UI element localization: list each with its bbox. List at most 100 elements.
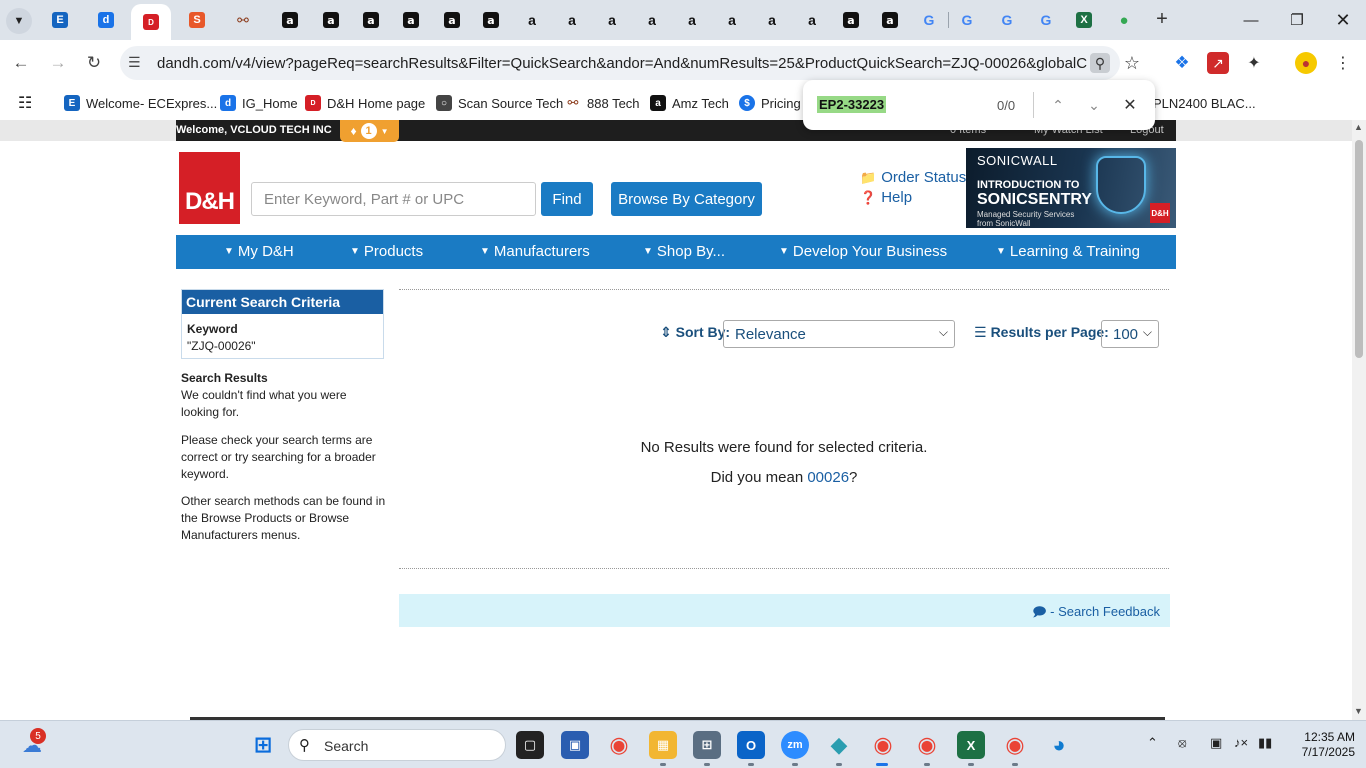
tab-amazon-13[interactable]: a — [752, 4, 792, 36]
new-tab-button[interactable]: + — [1150, 8, 1174, 31]
sonicwall-banner[interactable]: SONICWALL INTRODUCTION TO SONICSENTRY Ma… — [966, 148, 1176, 228]
reload-button[interactable]: ↻ — [81, 50, 107, 76]
maximize-button[interactable]: ❐ — [1274, 6, 1320, 34]
battery-icon[interactable]: ▮▮ — [1258, 735, 1272, 751]
tab-amazon-2[interactable]: a — [311, 4, 351, 36]
chrome-profile-1-icon[interactable]: ◉ — [869, 731, 897, 759]
bookmark-pln2400[interactable]: PLN2400 BLAC... — [1153, 93, 1256, 113]
chrome-profile-3-icon[interactable]: ◉ — [1001, 731, 1029, 759]
find-close-button[interactable]: ✕ — [1119, 94, 1141, 116]
find-next-button[interactable]: ⌄ — [1083, 94, 1105, 116]
extension-icon[interactable]: ❖ — [1171, 52, 1193, 74]
tab-amazon-11[interactable]: a — [672, 4, 712, 36]
bookmark-amz-tech[interactable]: a Amz Tech — [650, 93, 729, 113]
tab-888[interactable]: ⚯ — [223, 4, 263, 36]
task-view-icon[interactable]: ▢ — [516, 731, 544, 759]
order-status-link[interactable]: 📁 Order Status — [860, 169, 966, 186]
file-explorer-icon[interactable]: ▦ — [649, 731, 677, 759]
nav-learning-training[interactable]: ▼ Learning & Training — [996, 243, 1140, 260]
network-off-icon[interactable]: ⦻ — [1178, 735, 1187, 751]
app-diamond-icon[interactable]: ◆ — [825, 731, 853, 759]
keyword-search-input[interactable] — [252, 183, 535, 215]
find-input[interactable]: EP2-33223 — [817, 96, 887, 113]
store-icon[interactable]: ▣ — [561, 731, 589, 759]
bookmark-dh-home[interactable]: D D&H Home page — [305, 93, 425, 113]
taskbar-search[interactable]: ⚲ Search — [288, 729, 506, 761]
page-scrollbar[interactable]: ▲ ▼ — [1352, 120, 1366, 720]
tab-amazon-14[interactable]: a — [792, 4, 832, 36]
tab-ig[interactable]: d — [86, 4, 126, 36]
dandh-logo[interactable]: D&H — [179, 152, 240, 224]
nav-manufacturers[interactable]: ▼ Manufacturers — [480, 243, 590, 260]
scroll-down-arrow[interactable]: ▼ — [1354, 706, 1363, 716]
profile-avatar[interactable]: ● — [1295, 52, 1317, 74]
apps-grid-icon[interactable]: ☷ — [18, 93, 32, 113]
page-search-icon[interactable]: ⚲ — [1090, 53, 1110, 73]
nav-my-dh[interactable]: ▼ My D&H — [224, 243, 294, 260]
chrome-profile-2-icon[interactable]: ◉ — [913, 731, 941, 759]
tab-amazon-7[interactable]: a — [512, 4, 552, 36]
notification-button[interactable]: ♦ 1 ▼ — [340, 120, 399, 142]
tab-scansource[interactable]: S — [177, 4, 217, 36]
tab-amazon-12[interactable]: a — [712, 4, 752, 36]
close-window-button[interactable]: ✕ — [1320, 6, 1366, 34]
bookmark-star-icon[interactable]: ☆ — [1122, 53, 1142, 73]
tab-amazon-5[interactable]: a — [432, 4, 472, 36]
tab-excel[interactable]: X — [1064, 4, 1104, 36]
puzzle-icon[interactable]: ✦ — [1243, 52, 1265, 74]
bookmark-ig-home[interactable]: d IG_Home — [220, 93, 298, 113]
url-text[interactable]: dandh.com/v4/view?pageReq=searchResults&… — [157, 55, 1087, 72]
edge-icon[interactable]: ◕ — [1045, 731, 1073, 759]
help-link[interactable]: ❓ Help — [860, 189, 912, 206]
nav-products[interactable]: ▼ Products — [350, 243, 423, 260]
find-button[interactable]: Find — [541, 182, 593, 216]
chrome-icon[interactable]: ◉ — [605, 731, 633, 759]
bookmark-ecexpress[interactable]: E Welcome- ECExpres... — [64, 93, 217, 113]
taskbar-clock[interactable]: 12:35 AM 7/17/2025 — [1285, 730, 1355, 760]
tab-google-4[interactable]: G — [1026, 4, 1066, 36]
tab-ecexpress[interactable]: E — [40, 4, 80, 36]
nav-develop-your-business[interactable]: ▼ Develop Your Business — [779, 243, 947, 260]
bookmark-scansource[interactable]: ○ Scan Source Tech — [436, 93, 563, 113]
excel-icon[interactable]: X — [957, 731, 985, 759]
bookmark-888-tech[interactable]: ⚯ 888 Tech — [565, 93, 640, 113]
tab-maps[interactable]: ● — [1104, 4, 1144, 36]
sort-by-select[interactable]: Relevance ⌵ — [723, 320, 955, 348]
tab-amazon-4[interactable]: a — [391, 4, 431, 36]
address-bar[interactable]: ☰ dandh.com/v4/view?pageReq=searchResult… — [120, 46, 1120, 80]
calculator-icon[interactable]: ⊞ — [693, 731, 721, 759]
scroll-thumb[interactable] — [1355, 140, 1363, 358]
tab-google-1[interactable]: G — [909, 4, 949, 36]
results-per-page-select[interactable]: 100 ⌵ — [1101, 320, 1159, 348]
suggestion-link[interactable]: 00026 — [807, 469, 849, 486]
nav-shop-by[interactable]: ▼ Shop By... — [643, 243, 725, 260]
pdf-extension-icon[interactable]: ↗ — [1207, 52, 1229, 74]
tab-amazon-10[interactable]: a — [632, 4, 672, 36]
display-icon[interactable]: ▣ — [1210, 735, 1222, 751]
tab-amazon-8[interactable]: a — [552, 4, 592, 36]
scroll-up-arrow[interactable]: ▲ — [1354, 122, 1363, 132]
tab-amazon-15[interactable]: a — [831, 4, 871, 36]
search-feedback-link[interactable]: 🗩 - Search Feedback — [1032, 603, 1160, 625]
tab-dandh-active[interactable]: D — [131, 4, 171, 40]
outlook-icon[interactable]: O — [737, 731, 765, 759]
tab-amazon-3[interactable]: a — [351, 4, 391, 36]
tab-amazon-1[interactable]: a — [270, 4, 310, 36]
volume-muted-icon[interactable]: ♪× — [1234, 735, 1248, 750]
browse-by-category-button[interactable]: Browse By Category — [611, 182, 762, 216]
tab-amazon-9[interactable]: a — [592, 4, 632, 36]
forward-button[interactable]: → — [45, 50, 71, 76]
site-info-icon[interactable]: ☰ — [128, 54, 141, 71]
start-windows-icon[interactable]: ⊞ — [249, 731, 277, 759]
tab-search-button[interactable]: ▼ — [6, 8, 32, 34]
tab-amazon-6[interactable]: a — [471, 4, 511, 36]
minimize-button[interactable]: — — [1228, 6, 1274, 34]
bookmark-pricing[interactable]: $ Pricing — [739, 93, 801, 113]
tab-amazon-16[interactable]: a — [870, 4, 910, 36]
browser-menu-icon[interactable]: ⋮ — [1332, 52, 1354, 74]
back-button[interactable]: ← — [8, 50, 34, 76]
zoom-icon[interactable]: zm — [781, 731, 809, 759]
tab-google-2[interactable]: G — [947, 4, 987, 36]
tab-google-3[interactable]: G — [987, 4, 1027, 36]
find-previous-button[interactable]: ⌃ — [1047, 94, 1069, 116]
